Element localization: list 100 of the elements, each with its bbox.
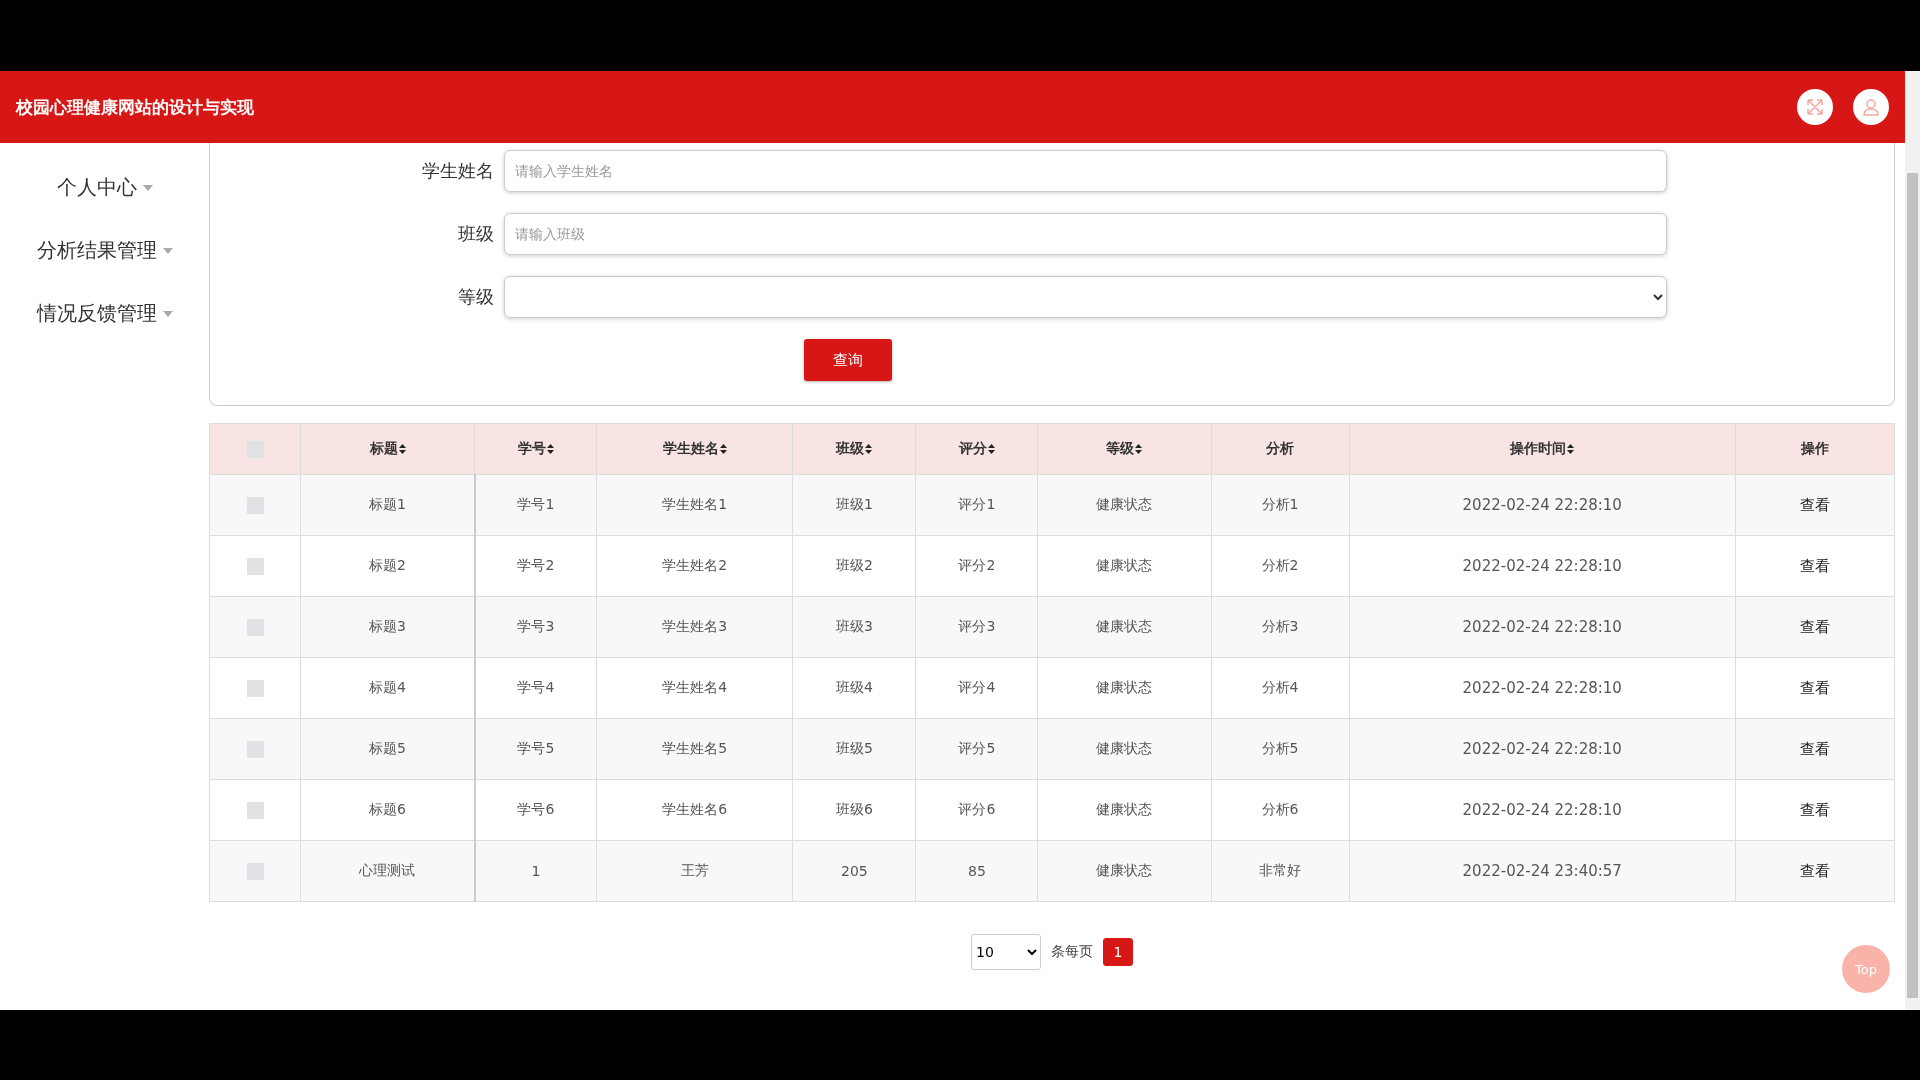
table-cell: 班级2 bbox=[792, 535, 916, 597]
column-header[interactable]: 等级 bbox=[1037, 423, 1212, 475]
view-link[interactable]: 查看 bbox=[1793, 555, 1836, 577]
caret-icon bbox=[142, 184, 153, 191]
sort-icon[interactable] bbox=[398, 444, 406, 454]
table-cell: 学号4 bbox=[474, 657, 597, 719]
checkbox[interactable] bbox=[246, 801, 264, 819]
sort-icon[interactable] bbox=[865, 444, 873, 454]
table-cell: 85 bbox=[915, 840, 1038, 902]
table-cell: 分析5 bbox=[1211, 718, 1350, 780]
site-title: 校园心理健康网站的设计与实现 bbox=[16, 96, 255, 119]
table-cell: 评分6 bbox=[915, 779, 1038, 841]
sort-icon[interactable] bbox=[987, 444, 995, 454]
table-cell: 健康状态 bbox=[1037, 718, 1212, 780]
scrollbar[interactable] bbox=[1905, 71, 1920, 1010]
table-cell: 2022-02-24 22:28:10 bbox=[1349, 779, 1736, 841]
table-cell: 健康状态 bbox=[1037, 474, 1212, 536]
sort-icon[interactable] bbox=[546, 444, 554, 454]
table-cell: 王芳 bbox=[596, 840, 793, 902]
user-button[interactable] bbox=[1853, 89, 1889, 125]
input-field[interactable]: 请输入学生姓名 bbox=[504, 150, 1667, 192]
table-cell: 分析4 bbox=[1211, 657, 1350, 719]
table-cell: 健康状态 bbox=[1037, 840, 1212, 902]
table-cell: 学生姓名3 bbox=[596, 596, 793, 658]
table-cell: 学号6 bbox=[474, 779, 597, 841]
table-cell: 分析3 bbox=[1211, 596, 1350, 658]
table-cell: 班级3 bbox=[792, 596, 916, 658]
page-size-select[interactable]: 10 bbox=[971, 934, 1041, 970]
checkbox[interactable] bbox=[246, 440, 264, 458]
fullscreen-button[interactable] bbox=[1797, 89, 1833, 125]
table-cell: 标题5 bbox=[300, 718, 475, 780]
view-link[interactable]: 查看 bbox=[1793, 616, 1836, 638]
table-cell: 2022-02-24 22:28:10 bbox=[1349, 596, 1736, 658]
table-cell: 心理测试 bbox=[300, 840, 475, 902]
page-size-label: 条每页 bbox=[1051, 943, 1093, 961]
sort-icon[interactable] bbox=[1135, 444, 1143, 454]
table-cell: 标题3 bbox=[300, 596, 475, 658]
table-cell: 学生姓名6 bbox=[596, 779, 793, 841]
table-cell: 评分5 bbox=[915, 718, 1038, 780]
table-cell: 分析2 bbox=[1211, 535, 1350, 597]
table-cell: 学生姓名4 bbox=[596, 657, 793, 719]
checkbox[interactable] bbox=[246, 557, 264, 575]
table-cell: 分析6 bbox=[1211, 779, 1350, 841]
table-cell: 班级5 bbox=[792, 718, 916, 780]
table-cell: 学生姓名2 bbox=[596, 535, 793, 597]
column-header[interactable]: 操作时间 bbox=[1349, 423, 1736, 475]
column-header: 分析 bbox=[1211, 423, 1350, 475]
caret-icon bbox=[162, 310, 173, 317]
field-label: 班级 bbox=[457, 222, 495, 246]
sidebar-menu-item[interactable]: 情况反馈管理 bbox=[30, 299, 179, 328]
view-link[interactable]: 查看 bbox=[1793, 860, 1836, 882]
table-cell: 健康状态 bbox=[1037, 535, 1212, 597]
expand-arrows-icon bbox=[1805, 97, 1825, 117]
column-header[interactable]: 班级 bbox=[792, 423, 916, 475]
sort-icon[interactable] bbox=[719, 444, 727, 454]
user-icon bbox=[1861, 97, 1881, 117]
view-link[interactable]: 查看 bbox=[1793, 494, 1836, 516]
table-cell: 学生姓名1 bbox=[596, 474, 793, 536]
table-cell: 健康状态 bbox=[1037, 657, 1212, 719]
table-cell: 标题1 bbox=[300, 474, 475, 536]
checkbox[interactable] bbox=[246, 740, 264, 758]
table-cell: 班级4 bbox=[792, 657, 916, 719]
table-cell: 评分4 bbox=[915, 657, 1038, 719]
checkbox[interactable] bbox=[246, 496, 264, 514]
table-cell: 评分1 bbox=[915, 474, 1038, 536]
level-select[interactable] bbox=[504, 276, 1667, 318]
table-cell: 2022-02-24 22:28:10 bbox=[1349, 535, 1736, 597]
input-field[interactable]: 请输入班级 bbox=[504, 213, 1667, 255]
column-header[interactable]: 标题 bbox=[300, 423, 475, 475]
view-link[interactable]: 查看 bbox=[1793, 738, 1836, 760]
column-header[interactable]: 学生姓名 bbox=[596, 423, 793, 475]
table-cell: 班级1 bbox=[792, 474, 916, 536]
table-cell: 学号1 bbox=[474, 474, 597, 536]
table-cell: 分析1 bbox=[1211, 474, 1350, 536]
view-link[interactable]: 查看 bbox=[1793, 677, 1836, 699]
checkbox[interactable] bbox=[246, 618, 264, 636]
page-button[interactable]: 1 bbox=[1103, 938, 1133, 966]
search-button[interactable]: 查询 bbox=[804, 339, 892, 381]
sidebar-menu-item[interactable]: 个人中心 bbox=[50, 173, 159, 202]
column-header: 操作 bbox=[1735, 423, 1895, 475]
sort-icon[interactable] bbox=[1567, 444, 1575, 454]
table-cell: 非常好 bbox=[1211, 840, 1350, 902]
sidebar-menu-item[interactable]: 分析结果管理 bbox=[30, 236, 179, 265]
caret-icon bbox=[162, 247, 173, 254]
checkbox[interactable] bbox=[246, 679, 264, 697]
table-cell: 2022-02-24 22:28:10 bbox=[1349, 657, 1736, 719]
table-cell: 2022-02-24 23:40:57 bbox=[1349, 840, 1736, 902]
view-link[interactable]: 查看 bbox=[1793, 799, 1836, 821]
field-label: 学生姓名 bbox=[421, 159, 495, 183]
column-header[interactable]: 学号 bbox=[474, 423, 597, 475]
scrollbar-thumb[interactable] bbox=[1907, 173, 1918, 998]
table-cell: 学号3 bbox=[474, 596, 597, 658]
column-header[interactable]: 评分 bbox=[915, 423, 1038, 475]
table-cell: 205 bbox=[792, 840, 916, 902]
table-cell: 1 bbox=[474, 840, 597, 902]
table-cell: 学生姓名5 bbox=[596, 718, 793, 780]
table-cell: 健康状态 bbox=[1037, 596, 1212, 658]
table-cell: 2022-02-24 22:28:10 bbox=[1349, 718, 1736, 780]
checkbox[interactable] bbox=[246, 862, 264, 880]
table-cell: 评分2 bbox=[915, 535, 1038, 597]
